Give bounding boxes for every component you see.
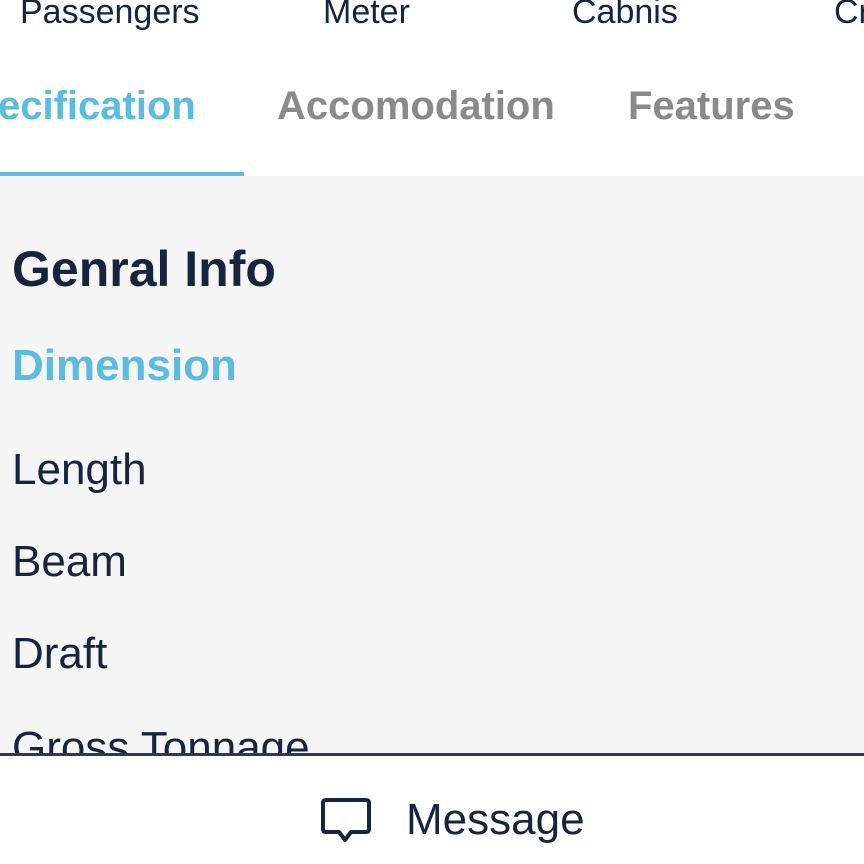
spec-row-beam: Beam: [12, 537, 127, 586]
chat-bubble-icon: [321, 798, 371, 842]
stat-label-meter: Meter: [323, 0, 410, 31]
spec-row-length: Length: [12, 445, 147, 494]
spec-row-draft: Draft: [12, 629, 108, 678]
spec-row-gross-tonnage: Gross Tonnage: [12, 723, 310, 754]
stat-label-cabins: Cabnis: [572, 0, 678, 31]
tab-specification[interactable]: ecification: [0, 84, 196, 128]
subsection-title: Dimension: [12, 341, 237, 390]
message-button[interactable]: Message: [318, 790, 585, 850]
stat-label-crew: Cr: [834, 0, 864, 31]
specification-panel: Genral Info Dimension Length Beam Draft …: [0, 176, 864, 753]
tab-accomodation[interactable]: Accomodation: [277, 84, 555, 128]
tab-bar: ecification Accomodation Features: [0, 56, 864, 176]
stat-label-passengers: Passengers: [20, 0, 200, 31]
bottom-action-bar: Message: [0, 753, 864, 864]
tab-features[interactable]: Features: [628, 84, 795, 128]
stats-row: Passengers Meter Cabnis Cr: [0, 0, 864, 56]
message-label: Message: [406, 795, 585, 844]
section-title: Genral Info: [12, 241, 276, 297]
